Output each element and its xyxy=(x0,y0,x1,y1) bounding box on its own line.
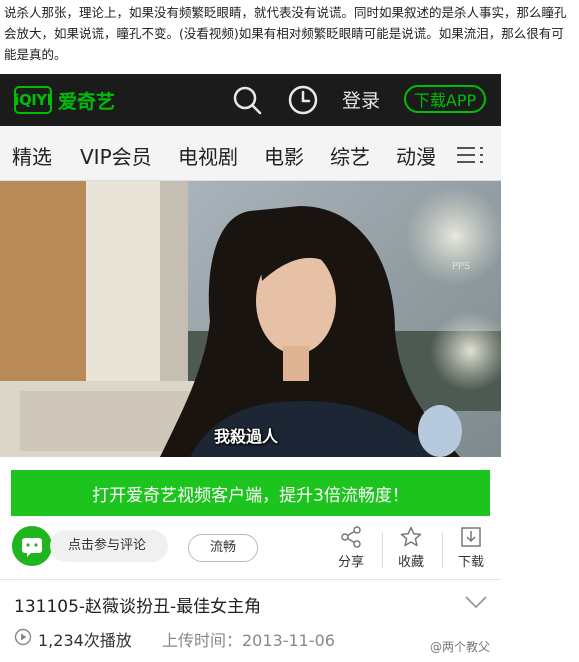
nav-tab-variety[interactable]: 综艺 xyxy=(330,141,370,170)
quality-fluency-button[interactable]: 流畅 xyxy=(188,534,258,562)
open-app-banner[interactable]: 打开爱奇艺视频客户端，提升3倍流畅度！ xyxy=(11,470,490,516)
star-icon xyxy=(400,526,422,547)
comment-input[interactable]: 点击参与评论 xyxy=(50,530,168,562)
nav-tab-anime[interactable]: 动漫 xyxy=(396,141,436,170)
category-nav: 精选 VIP会员 电视剧 电影 综艺 动漫 xyxy=(0,126,501,181)
header-bar: iQIYI 爱奇艺 登录 下载APP xyxy=(0,74,501,126)
download-icon xyxy=(461,527,481,547)
download-app-button[interactable]: 下载APP xyxy=(404,85,486,113)
share-label: 分享 xyxy=(337,555,364,570)
nav-tab-featured[interactable]: 精选 xyxy=(12,141,52,170)
iqiyi-mobile-page: iQIYI 爱奇艺 登录 下载APP 精选 VIP会员 电视剧 电影 综艺 动漫 xyxy=(0,74,501,662)
video-subtitle: 我殺過人 xyxy=(214,427,279,446)
history-clock-icon[interactable] xyxy=(286,83,320,117)
comment-avatar-icon xyxy=(12,526,52,566)
login-link[interactable]: 登录 xyxy=(342,86,380,113)
nav-tab-vip[interactable]: VIP会员 xyxy=(80,141,152,170)
logo-text: 爱奇艺 xyxy=(58,90,116,113)
weibo-watermark: @两个教父 xyxy=(430,640,491,654)
divider xyxy=(382,532,383,568)
play-count: 1,234次播放 xyxy=(38,631,132,650)
search-icon[interactable] xyxy=(230,83,264,117)
logo-mark: iQIYI xyxy=(14,86,52,114)
post-caption: 说杀人那张，理论上，如果没有频繁眨眼睛，就代表没有说谎。同时如果叙述的是杀人事实… xyxy=(4,5,567,62)
play-count-icon xyxy=(14,628,32,646)
more-menu-icon[interactable] xyxy=(455,145,483,165)
share-button[interactable]: 分享 xyxy=(326,526,376,572)
video-title: 131105-赵薇谈扮丑-最佳女主角 xyxy=(14,597,262,617)
nav-tab-movies[interactable]: 电影 xyxy=(264,141,304,170)
nav-tab-tv[interactable]: 电视剧 xyxy=(178,141,238,170)
pps-watermark: PPS xyxy=(452,261,471,272)
favorite-label: 收藏 xyxy=(397,555,424,570)
download-button[interactable]: 下载 xyxy=(446,526,496,572)
section-divider xyxy=(0,579,501,580)
divider xyxy=(442,532,443,568)
download-label: 下载 xyxy=(457,555,484,570)
favorite-button[interactable]: 收藏 xyxy=(386,526,436,572)
video-player[interactable]: PPS 我殺過人 xyxy=(0,181,501,457)
share-icon xyxy=(341,526,361,548)
iqiyi-logo[interactable]: iQIYI 爱奇艺 xyxy=(14,85,115,115)
video-frame-illustration xyxy=(0,181,501,457)
chevron-down-icon[interactable] xyxy=(464,594,488,610)
upload-time: 上传时间：2013-11-06 xyxy=(162,631,335,650)
